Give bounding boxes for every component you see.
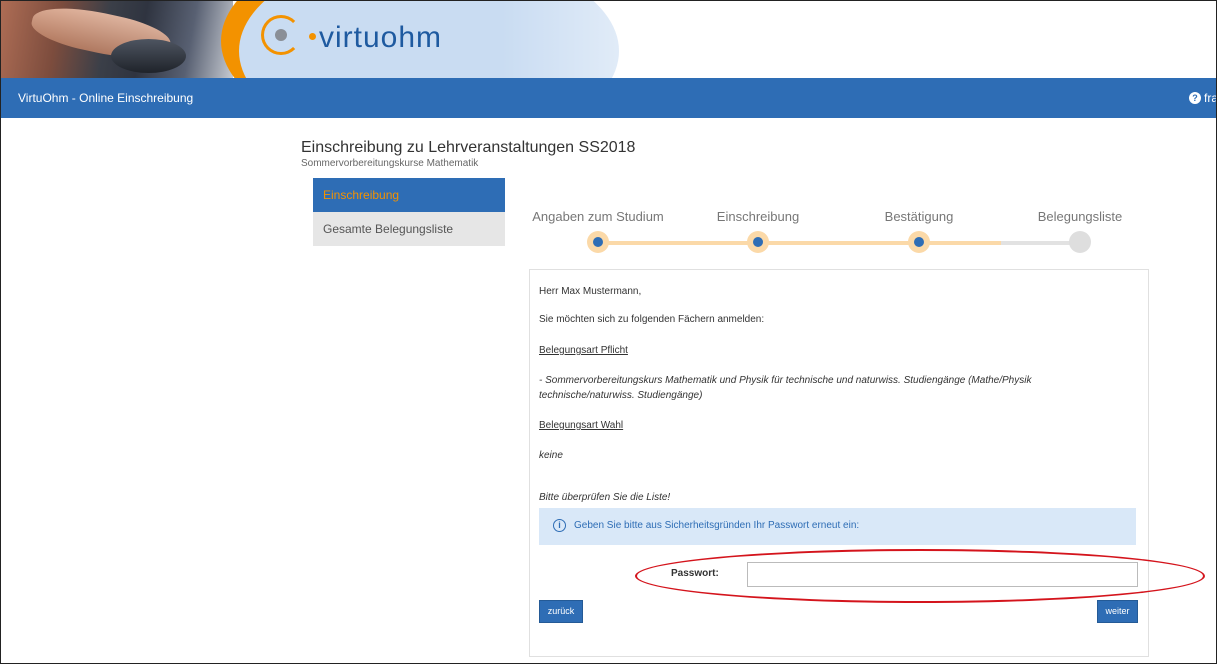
step-dot-inner <box>753 237 763 247</box>
step-label-studium: Angaben zum Studium <box>532 209 664 224</box>
question-circle-icon: ? <box>1189 92 1201 104</box>
banner-mouse-shape <box>111 39 186 73</box>
step-label-einschreibung: Einschreibung <box>716 209 800 224</box>
banner-fade <box>501 1 801 78</box>
banner-photo <box>1 1 233 78</box>
sidebar-item-belegungsliste[interactable]: Gesamte Belegungsliste <box>313 212 505 246</box>
app-window: virtuohm VirtuOhm - Online Einschreibung… <box>0 0 1217 664</box>
step-dot-inner <box>914 237 924 247</box>
help-link[interactable]: ? frag <box>1189 91 1216 105</box>
logo-text: virtuohm <box>319 21 443 54</box>
required-heading: Belegungsart Pflicht <box>539 345 628 356</box>
step-dot-belegungsliste <box>1069 231 1091 253</box>
back-button[interactable]: zurück <box>539 600 583 623</box>
page-subtitle: Sommervorbereitungskurse Mathematik <box>301 158 479 169</box>
logo-small-dot <box>309 33 316 40</box>
intro-text: Sie möchten sich zu folgenden Fächern an… <box>539 314 765 325</box>
step-dot-inner <box>593 237 603 247</box>
sidebar-item-einschreibung[interactable]: Einschreibung <box>313 178 505 212</box>
required-course-line-1: - Sommervorbereitungskurs Mathematik und… <box>539 375 1032 386</box>
help-label: frag <box>1204 91 1216 105</box>
navbar-brand[interactable]: VirtuOhm - Online Einschreibung <box>18 91 193 105</box>
elective-heading: Belegungsart Wahl <box>539 420 624 431</box>
elective-none-text: keine <box>539 450 563 461</box>
info-icon: i <box>553 519 566 532</box>
logo-mark-icon <box>259 13 316 63</box>
step-label-bestaetigung: Bestätigung <box>884 209 954 224</box>
check-list-note: Bitte überprüfen Sie die Liste! <box>539 492 671 503</box>
step-dot-bestaetigung <box>908 231 930 253</box>
password-label: Passwort: <box>671 568 719 579</box>
step-dot-studium <box>587 231 609 253</box>
step-dot-einschreibung <box>747 231 769 253</box>
confirmation-panel <box>529 269 1149 657</box>
password-input[interactable] <box>747 562 1138 587</box>
stepper-track-done <box>598 241 1001 245</box>
next-button[interactable]: weiter <box>1097 600 1138 623</box>
step-label-belegungsliste: Belegungsliste <box>1037 209 1123 224</box>
greeting-text: Herr Max Mustermann, <box>539 286 642 297</box>
header-banner: virtuohm <box>1 1 1216 78</box>
info-alert: i Geben Sie bitte aus Sicherheitsgründen… <box>539 508 1136 545</box>
logo[interactable]: virtuohm <box>259 13 442 63</box>
logo-dot <box>275 29 287 41</box>
info-message: Geben Sie bitte aus Sicherheitsgründen I… <box>574 520 860 531</box>
required-course-line-2: technische/naturwiss. Studiengänge) <box>539 390 703 401</box>
top-navbar: VirtuOhm - Online Einschreibung ? frag <box>1 78 1216 118</box>
page-title: Einschreibung zu Lehrveranstaltungen SS2… <box>301 139 636 156</box>
